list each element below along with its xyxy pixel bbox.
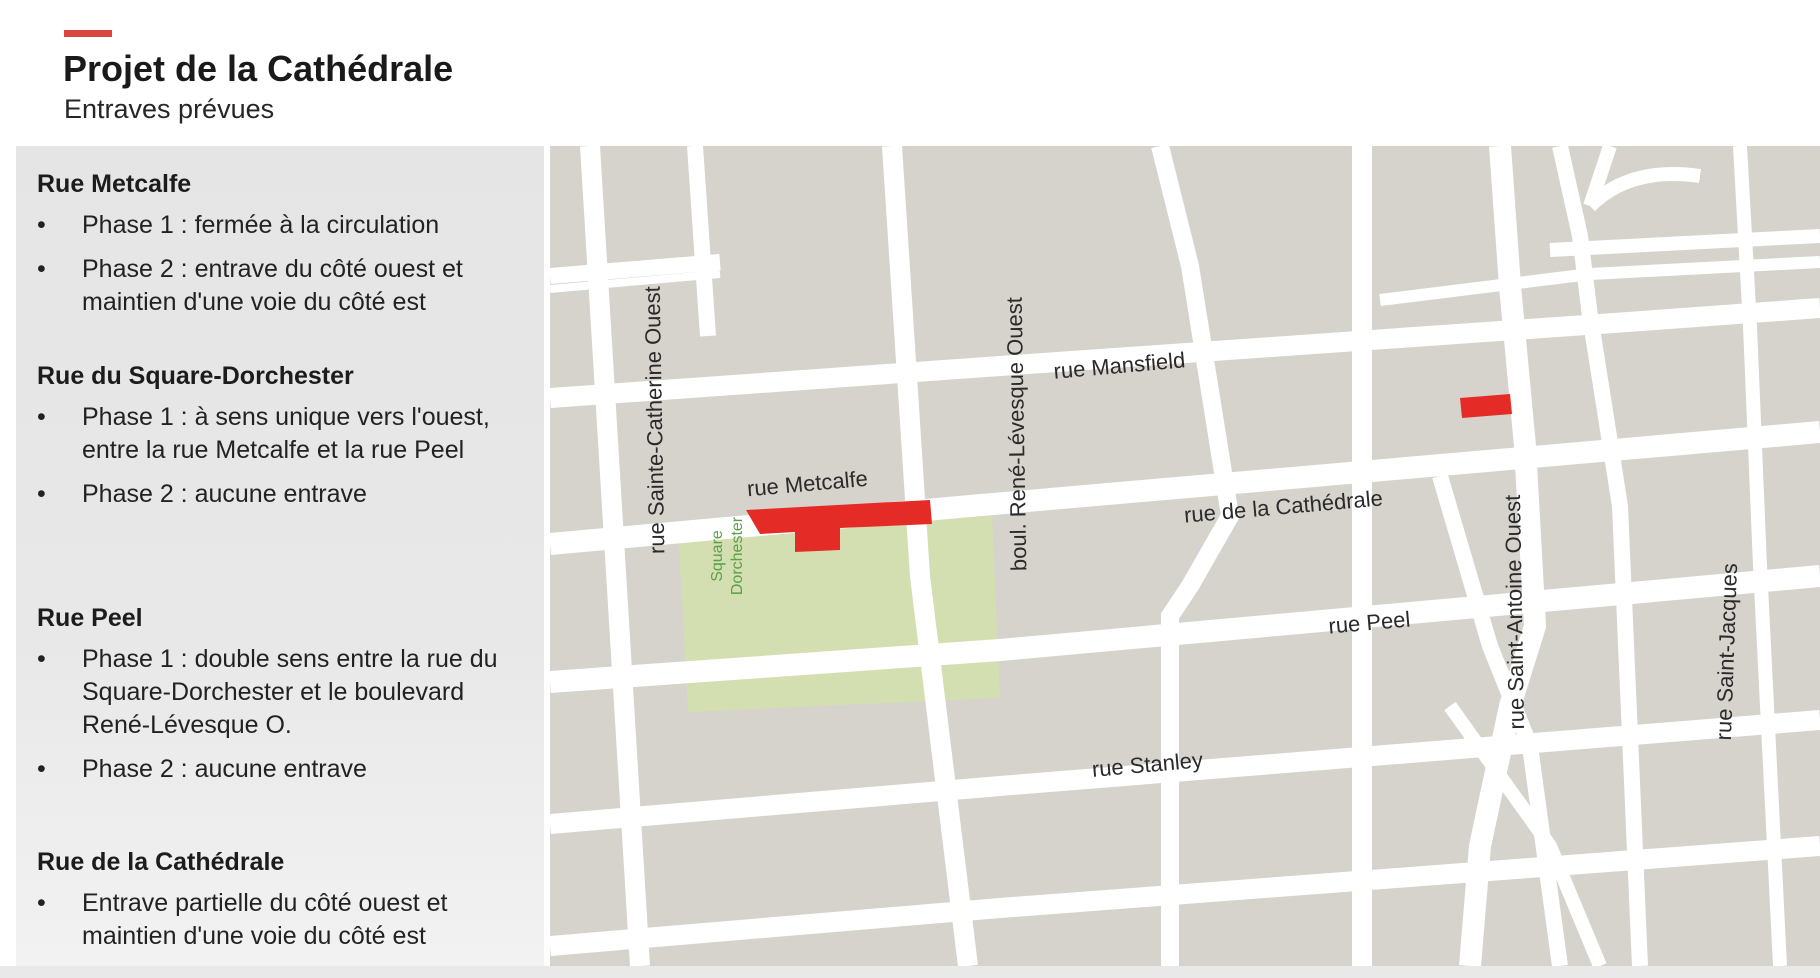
bullet-text: Phase 2 : aucune entrave — [82, 755, 367, 783]
bullet-list: • Phase 1 : fermée à la circulation • Phas… — [37, 209, 524, 319]
street-label-saint-antoine: rue Saint-Antoine Ouest — [1500, 495, 1529, 730]
bullet-text: Phase 1 : fermée à la circulation — [82, 211, 440, 239]
bullet-list: • Phase 1 : double sens entre la rue du S… — [37, 643, 524, 786]
list-item: • Phase 1 : double sens entre la rue du S… — [37, 643, 524, 742]
page-title: Projet de la Cathédrale — [63, 48, 454, 89]
section-rue-du-square-dorchester: Rue du Square-Dorchester • Phase 1 : à se… — [37, 362, 524, 522]
bullet-text: Entrave partielle du côté ouest et maint… — [82, 889, 448, 950]
bullet-text: Phase 1 : double sens entre la rue du Sq… — [82, 645, 498, 739]
list-item: • Phase 2 : aucune entrave — [37, 478, 524, 511]
list-item: • Phase 1 : fermée à la circulation — [37, 209, 524, 242]
park-label: Dorchester — [729, 516, 746, 595]
bottom-strip — [0, 966, 1820, 978]
bullet-icon: • — [37, 889, 46, 917]
section-heading: Rue Metcalfe — [37, 170, 192, 198]
bullet-icon: • — [37, 403, 46, 431]
bullet-icon: • — [37, 211, 46, 239]
bullet-list: • Entrave partielle du côté ouest et main… — [37, 887, 524, 953]
bullet-icon: • — [37, 255, 46, 283]
bullet-text: Phase 2 : entrave du côté ouest et maint… — [82, 255, 463, 316]
bullet-list: • Phase 1 : à sens unique vers l'ouest, e… — [37, 401, 524, 511]
bullet-text: Phase 1 : à sens unique vers l'ouest, en… — [82, 403, 490, 464]
street-label-sainte-catherine: rue Sainte-Catherine Ouest — [640, 286, 670, 554]
bullet-icon: • — [37, 645, 46, 673]
street-label-rene-levesque: boul. René-Lévesque Ouest — [1002, 297, 1032, 571]
section-rue-peel: Rue Peel • Phase 1 : double sens entre la… — [37, 604, 524, 797]
bullet-icon: • — [37, 755, 46, 783]
park-label: Square — [709, 530, 726, 582]
street-map: Square Dorchester rue Sainte-Catherine O… — [550, 146, 1820, 966]
list-item: • Phase 2 : aucune entrave — [37, 753, 524, 786]
impacts-panel: Rue Metcalfe • Phase 1 : fermée à la circ… — [16, 146, 544, 966]
bullet-icon: • — [37, 480, 46, 508]
map-canvas: Square Dorchester rue Sainte-Catherine O… — [550, 146, 1820, 966]
page-subtitle: Entraves prévues — [64, 94, 275, 124]
section-rue-metcalfe: Rue Metcalfe • Phase 1 : fermée à la circ… — [37, 170, 524, 330]
list-item: • Phase 2 : entrave du côté ouest et main… — [37, 253, 524, 319]
section-heading: Rue du Square-Dorchester — [37, 362, 354, 390]
bullet-text: Phase 2 : aucune entrave — [82, 480, 367, 508]
list-item: • Phase 1 : à sens unique vers l'ouest, e… — [37, 401, 524, 467]
section-rue-de-la-cathedrale: Rue de la Cathédrale • Entrave partielle … — [37, 848, 524, 964]
section-heading: Rue de la Cathédrale — [37, 848, 285, 876]
accent-bar — [64, 30, 112, 37]
list-item: • Entrave partielle du côté ouest et main… — [37, 887, 524, 953]
cathedrale-closure-zone — [1460, 394, 1512, 418]
section-heading: Rue Peel — [37, 604, 143, 632]
